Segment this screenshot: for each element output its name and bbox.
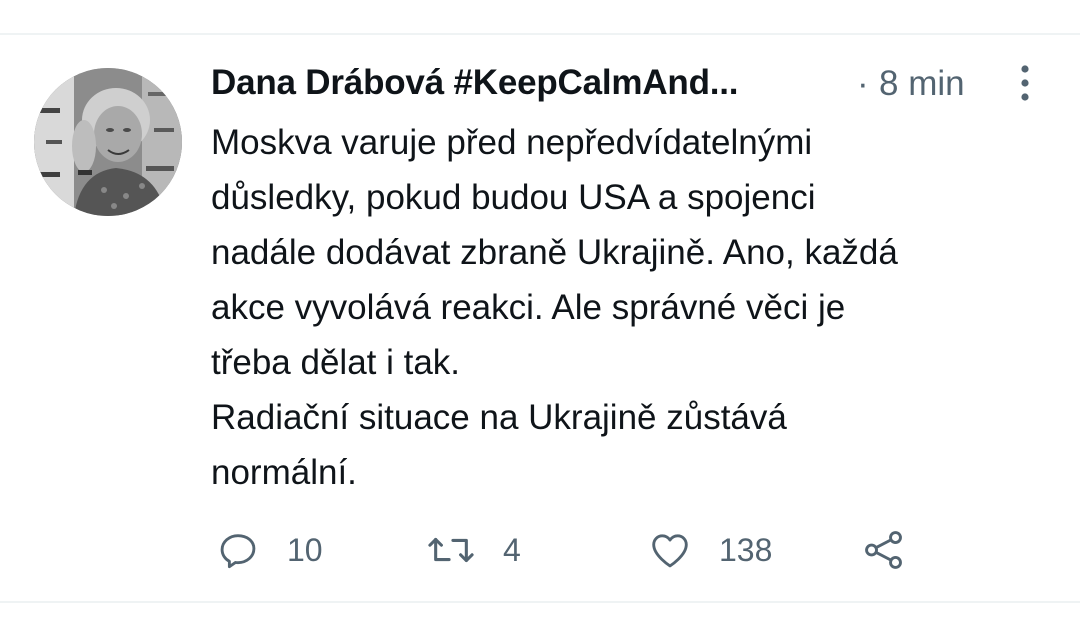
avatar[interactable] bbox=[34, 68, 182, 216]
heart-icon bbox=[652, 534, 688, 568]
tweet-header: Dana Drábová #KeepCalmAnd... · 8 min bbox=[211, 59, 1061, 109]
retweet-icon bbox=[428, 537, 474, 563]
tweet-text-line: Moskva varuje před nepředvídatelnými bbox=[211, 123, 813, 162]
header-separator: · bbox=[857, 64, 869, 103]
tweet-screen: Dana Drábová #KeepCalmAnd... · 8 min Mos… bbox=[0, 0, 1080, 636]
tweet[interactable]: Dana Drábová #KeepCalmAnd... · 8 min Mos… bbox=[0, 35, 1080, 601]
like-button[interactable]: 138 bbox=[647, 525, 772, 575]
tweet-text: Moskva varuje před nepředvídatelnými důs… bbox=[211, 115, 1031, 500]
tweet-text-line: normální. bbox=[211, 453, 357, 492]
tweet-actions: 10 4 138 bbox=[211, 525, 931, 575]
tweet-text-line: třeba dělat i tak. bbox=[211, 343, 461, 382]
reply-count: 10 bbox=[287, 531, 323, 568]
tweet-text-line: Radiační situace na Ukrajině zůstává bbox=[211, 398, 787, 437]
share-button[interactable] bbox=[861, 525, 907, 575]
retweet-count: 4 bbox=[503, 531, 521, 568]
author-display-name[interactable]: Dana Drábová #KeepCalmAnd... bbox=[211, 63, 739, 103]
share-icon bbox=[865, 531, 902, 569]
more-vertical-icon bbox=[1021, 65, 1029, 101]
like-count: 138 bbox=[719, 531, 773, 568]
avatar-photo bbox=[34, 68, 182, 216]
bottom-divider bbox=[0, 601, 1080, 603]
tweet-text-line: nadále dodávat zbraně Ukrajině. Ano, kaž… bbox=[211, 233, 898, 272]
more-options-button[interactable] bbox=[1011, 63, 1039, 103]
tweet-text-line: akce vyvolává reakci. Ale správné věci j… bbox=[211, 288, 846, 327]
reply-icon bbox=[220, 534, 256, 569]
retweet-button[interactable]: 4 bbox=[425, 525, 521, 575]
reply-button[interactable]: 10 bbox=[215, 525, 323, 575]
tweet-text-line: důsledky, pokud budou USA a spojenci bbox=[211, 178, 816, 217]
tweet-timestamp[interactable]: 8 min bbox=[879, 64, 965, 104]
